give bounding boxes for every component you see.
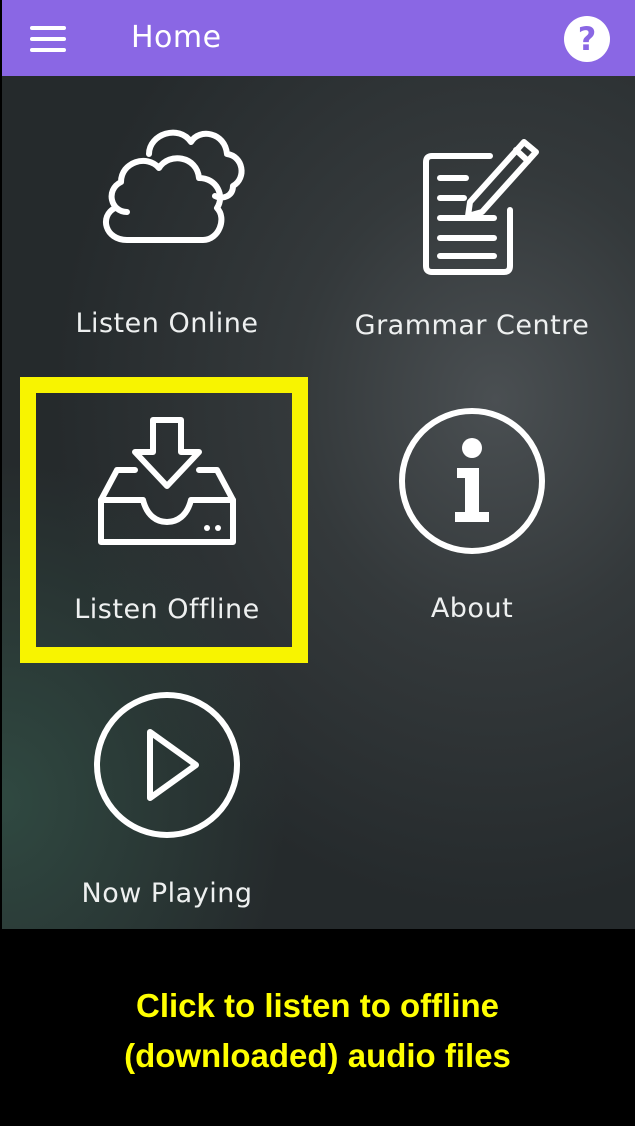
caption-line-1: Click to listen to offline (135, 987, 500, 1024)
listen-online-tile[interactable]: Listen Online (17, 116, 317, 376)
tile-label: Grammar Centre (354, 310, 590, 341)
caption-text: Click to listen to offline (downloaded) … (0, 981, 635, 1081)
clouds-icon (103, 129, 245, 243)
tile-label: About (430, 593, 514, 624)
caption-area: Click to listen to offline (downloaded) … (0, 929, 635, 1126)
listen-offline-tile[interactable]: Listen Offline (17, 406, 317, 666)
info-circle-icon (399, 408, 545, 554)
now-playing-tile[interactable]: Now Playing (17, 690, 317, 929)
grammar-centre-tile[interactable]: Grammar Centre (322, 116, 622, 376)
play-circle-icon (94, 692, 240, 838)
app-screen: Home ? Listen Online Grammar Centre List… (0, 0, 635, 1126)
question-mark-icon[interactable]: ? (564, 16, 610, 62)
tile-label: Listen Offline (74, 594, 260, 625)
home-grid: Listen Online Grammar Centre Listen Offl… (2, 76, 635, 929)
download-tray-icon (98, 417, 236, 545)
caption-line-2: (downloaded) audio files (124, 1037, 511, 1074)
app-bar: Home ? (2, 0, 635, 76)
page-title: Home (131, 20, 222, 55)
hamburger-menu-icon[interactable] (28, 18, 72, 58)
about-tile[interactable]: About (322, 406, 622, 666)
tile-label: Listen Online (75, 308, 259, 339)
tile-label: Now Playing (81, 878, 253, 909)
document-pencil-icon (423, 139, 539, 275)
